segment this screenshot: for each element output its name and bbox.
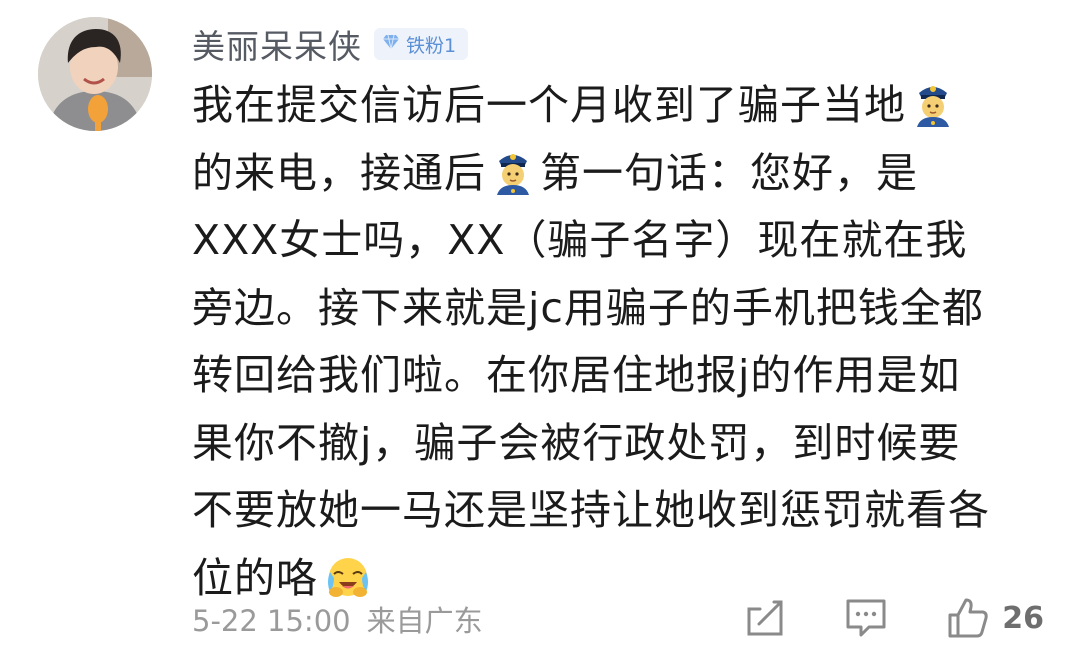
reply-button[interactable] [844, 597, 888, 639]
comment-line: 果你不撤j，骗子会被行政处罚，到时候要 [192, 418, 961, 467]
comment-actions: 26 [686, 596, 1044, 640]
comment-line: XXX女士吗，XX（骗子名字）现在就在我 [192, 216, 968, 264]
comment-line: 的来电，接通后 第一句话：您好，是 [192, 147, 918, 197]
like-count: 26 [1002, 600, 1044, 636]
comment-line: 不要放她一马还是坚持让她收到惩罚就看各 [192, 486, 990, 534]
comment-line: 我在提交信访后一个月收到了骗子当地 [192, 72, 1052, 140]
diamond-icon [382, 33, 400, 55]
police-officer-emoji-icon [492, 147, 534, 195]
comment-header: 美丽呆呆侠 铁粉1 [192, 20, 469, 68]
comment-line: 旁边。接下来就是jc用骗子的手机把钱全都 [192, 283, 984, 332]
comment-body: 我在提交信访后一个月收到了骗子当地 的来电，接通后 第一句话：您好，是 XXX女… [192, 72, 1052, 612]
like-button[interactable]: 26 [946, 596, 1044, 640]
share-button[interactable] [744, 597, 786, 639]
comment-meta: 5-22 15:00 来自广东 [192, 598, 483, 640]
crying-laughing-emoji-icon [324, 552, 368, 600]
comment-icon [846, 599, 886, 637]
comment-line: 转回给我们啦。在你居住地报j的作用是如 [192, 351, 961, 399]
avatar-photo-icon [38, 17, 152, 131]
avatar[interactable] [38, 17, 152, 131]
username[interactable]: 美丽呆呆侠 [192, 20, 362, 68]
comment-location: 来自广东 [366, 604, 483, 638]
thumbs-up-icon [948, 598, 988, 638]
police-officer-emoji-icon [912, 79, 954, 127]
comment-date: 5-22 15:00 [192, 604, 351, 638]
share-icon [747, 600, 783, 636]
fan-badge-label: 铁粉1 [406, 34, 457, 57]
fan-badge[interactable]: 铁粉1 [374, 28, 469, 60]
